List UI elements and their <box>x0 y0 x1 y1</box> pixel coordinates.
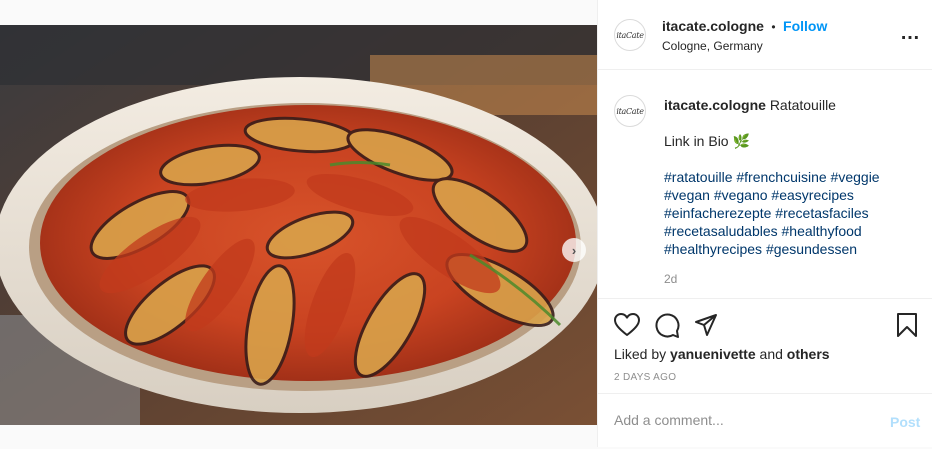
post-comment-button[interactable]: Post <box>890 414 920 430</box>
comment-input[interactable] <box>614 412 864 428</box>
caption: itacate.cologne Ratatouille Link in Bio … <box>664 96 919 288</box>
share-icon[interactable] <box>694 313 718 337</box>
caption-avatar[interactable]: itaCate <box>614 95 646 127</box>
post-date[interactable]: 2 DAYS AGO <box>614 372 676 383</box>
caption-username[interactable]: itacate.cologne <box>664 97 766 113</box>
liked-by-prefix: Liked by <box>614 346 667 362</box>
heart-icon[interactable] <box>614 313 640 337</box>
caption-time[interactable]: 2d <box>664 270 919 288</box>
liked-by-others[interactable]: others <box>787 346 830 362</box>
caption-hashtags[interactable]: #ratatouille #frenchcuisine #veggie #veg… <box>664 168 919 258</box>
ratatouille-image <box>0 25 597 425</box>
post-photo[interactable]: › <box>0 25 597 425</box>
follow-button[interactable]: Follow <box>783 18 827 34</box>
avatar-logo-text: itaCate <box>616 30 644 40</box>
liked-by-and: and <box>759 346 783 362</box>
bookmark-icon[interactable] <box>896 312 918 338</box>
chevron-right-icon: › <box>571 242 577 258</box>
liked-by: Liked by yanuenivette and others <box>614 346 830 362</box>
post-details-panel: itaCate itacate.cologne • Follow Cologne… <box>597 0 932 447</box>
liked-by-user[interactable]: yanuenivette <box>670 346 756 362</box>
more-options-icon[interactable]: … <box>900 23 921 43</box>
caption-title: Ratatouille <box>769 97 836 113</box>
header-username[interactable]: itacate.cologne <box>662 18 764 34</box>
comment-icon[interactable] <box>654 313 680 339</box>
follow-separator: • <box>771 20 776 34</box>
avatar[interactable]: itaCate <box>614 19 646 51</box>
location-link[interactable]: Cologne, Germany <box>662 39 763 53</box>
post-header: itaCate itacate.cologne • Follow Cologne… <box>598 0 932 70</box>
comment-bar: Post <box>598 393 932 447</box>
caption-avatar-logo-text: itaCate <box>616 106 644 116</box>
caption-link-line: Link in Bio 🌿 <box>664 133 750 149</box>
carousel-next-button[interactable]: › <box>562 238 586 262</box>
